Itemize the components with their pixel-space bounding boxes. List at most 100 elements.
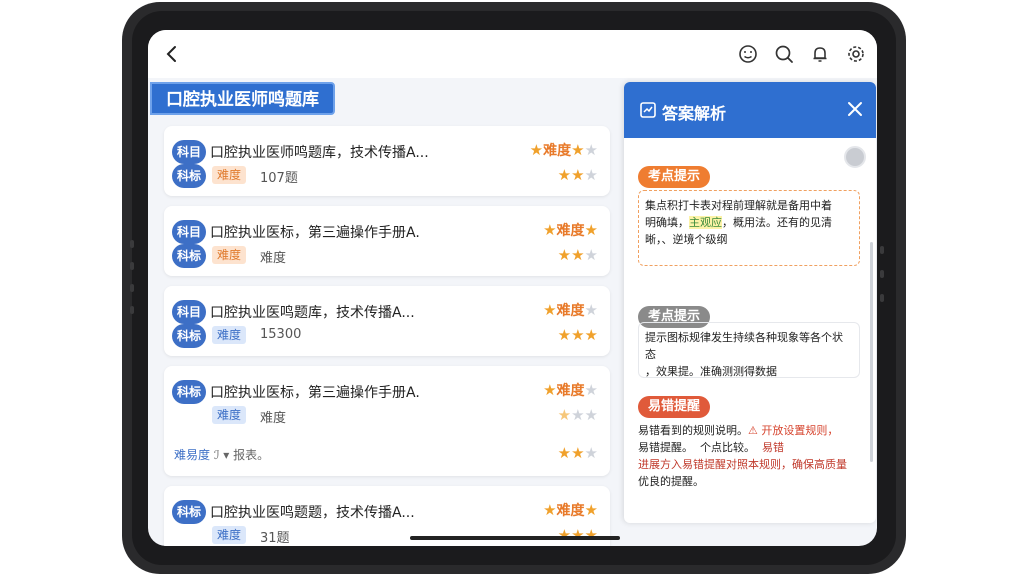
star-icon: ★ xyxy=(584,246,598,264)
subject-badge: 科标 xyxy=(172,244,206,268)
star-icon: ★ xyxy=(529,141,544,159)
star-icon: ★ xyxy=(584,301,598,319)
section-line-row: 易错提醒。 个点比较。 易错 xyxy=(638,439,860,456)
top-bar xyxy=(148,30,877,78)
subject-badge: 科目 xyxy=(172,300,206,324)
star-icon: ★ xyxy=(584,141,598,159)
star-icon: ★ xyxy=(571,444,585,462)
side-button xyxy=(130,306,134,314)
chevron-down-icon[interactable]: ℐ ▾ xyxy=(214,448,229,462)
rating-label: 难度 xyxy=(556,303,585,319)
section-line: 明确填， xyxy=(645,216,689,229)
star-icon: ★ xyxy=(571,246,585,264)
document-icon xyxy=(640,102,656,118)
rating-top: ★难度★ xyxy=(543,300,598,320)
warning-text: ⚠ 开放设置规则， xyxy=(748,424,839,437)
question-card[interactable]: 科目 科标 口腔执业医师鸣题库，技术传播A... 难度 107题 ★难度★★ ★… xyxy=(164,126,610,196)
page-title: 口腔执业医师鸣题库 xyxy=(150,82,335,115)
bell-icon[interactable] xyxy=(809,43,831,65)
star-icon: ★ xyxy=(571,526,585,544)
question-card[interactable]: 科目 科标 口腔执业医鸣题库，技术传播A... 难度 15300 ★难度★ ★★… xyxy=(164,286,610,356)
star-icon: ★ xyxy=(584,166,598,184)
question-meta: 15300 xyxy=(260,327,302,342)
rating-extra: ★★★ xyxy=(558,444,598,462)
star-icon: ★ xyxy=(584,444,598,462)
question-title: 口腔执业医标，第三遍操作手册A. xyxy=(210,385,420,401)
rating-label: 难度 xyxy=(556,223,585,239)
subject-badge: 科标 xyxy=(172,500,206,524)
search-icon[interactable] xyxy=(773,43,795,65)
star-icon: ★ xyxy=(584,406,598,424)
screen: 口腔执业医师鸣题库 科目 科标 口腔执业医师鸣题库，技术传播A... 难度 10… xyxy=(148,30,877,546)
star-icon: ★ xyxy=(571,141,585,159)
answer-panel: 答案解析 考点提示 集点积打卡表对程前理解就是备用中着 明确填，主观应，概用法。… xyxy=(624,82,876,523)
question-meta: 难度 xyxy=(260,411,287,426)
star-icon: ★ xyxy=(584,221,598,239)
star-icon: ★ xyxy=(557,406,572,424)
star-icon: ★ xyxy=(584,526,598,544)
section-line: 个点比较。 xyxy=(700,441,755,454)
star-icon: ★ xyxy=(543,501,557,519)
difficulty-tag: 难度 xyxy=(212,326,247,344)
side-button xyxy=(130,284,134,292)
section-line: 提示图标规律发生持续各种现象等各个状态 xyxy=(645,331,843,361)
rating-top: ★难度★ xyxy=(543,220,598,240)
question-card[interactable]: 科目 科标 口腔执业医标，第三遍操作手册A. 难度 难度 ★难度★ ★★★ xyxy=(164,206,610,276)
star-icon: ★ xyxy=(543,381,557,399)
rating-bottom: ★★★ xyxy=(558,406,598,424)
star-icon: ★ xyxy=(584,381,598,399)
subject-badge: 科目 xyxy=(172,140,206,164)
avatar[interactable] xyxy=(844,146,866,168)
side-button xyxy=(130,240,134,248)
question-title: 口腔执业医鸣题库，技术传播A... xyxy=(210,305,415,321)
section-tag: 易错提醒 xyxy=(638,396,711,418)
report-text: 报表。 xyxy=(233,448,270,462)
star-icon: ★ xyxy=(584,326,598,344)
subject-badge: 科目 xyxy=(172,220,206,244)
star-icon: ★ xyxy=(557,166,572,184)
question-title: 口腔执业医鸣题题，技术传播A... xyxy=(210,505,415,521)
section-content: 集点积打卡表对程前理解就是备用中着 明确填，主观应，概用法。还有的见清 晰，、逆… xyxy=(638,190,860,266)
rating-top: ★难度★ xyxy=(543,380,598,400)
star-icon: ★ xyxy=(557,326,572,344)
smiley-icon[interactable] xyxy=(737,43,759,65)
star-icon: ★ xyxy=(557,246,572,264)
section-content: 提示图标规律发生持续各种现象等各个状态 ，效果提。准确测测得数据 xyxy=(638,322,860,378)
subject-badge: 科标 xyxy=(172,380,206,404)
side-button xyxy=(880,246,884,254)
side-button xyxy=(880,270,884,278)
section-content: 易错看到的规则说明。⚠ 开放设置规则， 易错提醒。 个点比较。 易错 进展方入易… xyxy=(638,420,860,512)
difficulty-tag: 难度 xyxy=(212,166,247,184)
star-icon: ★ xyxy=(571,406,585,424)
question-meta: 107题 xyxy=(260,171,298,186)
section-line-row: 易错看到的规则说明。⚠ 开放设置规则， xyxy=(638,422,860,439)
section-line: 进展方入易错提醒对照本规则，确保高质量 xyxy=(638,458,847,471)
section-line: 集点积打卡表对程前理解就是备用中着 xyxy=(645,199,832,212)
back-icon[interactable] xyxy=(162,44,182,64)
section-line: 易错看到的规则说明。 xyxy=(638,424,748,437)
rating-bottom: ★★★ xyxy=(558,326,598,344)
star-icon: ★ xyxy=(571,326,585,344)
difficulty-tag: 难度 xyxy=(212,406,247,424)
close-icon[interactable] xyxy=(846,100,864,118)
section-tag: 考点提示 xyxy=(638,166,711,188)
top-icons xyxy=(737,43,867,65)
star-icon: ★ xyxy=(584,501,598,519)
star-icon: ★ xyxy=(571,166,585,184)
scrollbar[interactable] xyxy=(870,242,873,462)
question-title: 口腔执业医师鸣题库，技术传播A... xyxy=(210,145,429,161)
section-line: 易错 xyxy=(762,441,784,454)
rating-bottom: ★★★ xyxy=(558,166,598,184)
side-button xyxy=(130,262,134,270)
subject-badge: 科标 xyxy=(172,324,206,348)
home-indicator xyxy=(410,536,620,540)
section-line: 优良的提醒。 xyxy=(638,475,704,488)
section-line: ，概用法。还有的见清 xyxy=(722,216,832,229)
difficulty-filter-row[interactable]: 难易度 ℐ ▾ 报表。 xyxy=(174,446,269,463)
rating-top: ★难度★★ xyxy=(530,140,598,160)
rating-label: 难度 xyxy=(543,143,572,159)
rating-bottom: ★★★ xyxy=(558,246,598,264)
gear-icon[interactable] xyxy=(845,43,867,65)
question-card[interactable]: 科标 口腔执业医标，第三遍操作手册A. 难度 难度 ★难度★ ★★★ 难易度 ℐ… xyxy=(164,366,610,476)
question-title: 口腔执业医标，第三遍操作手册A. xyxy=(210,225,420,241)
